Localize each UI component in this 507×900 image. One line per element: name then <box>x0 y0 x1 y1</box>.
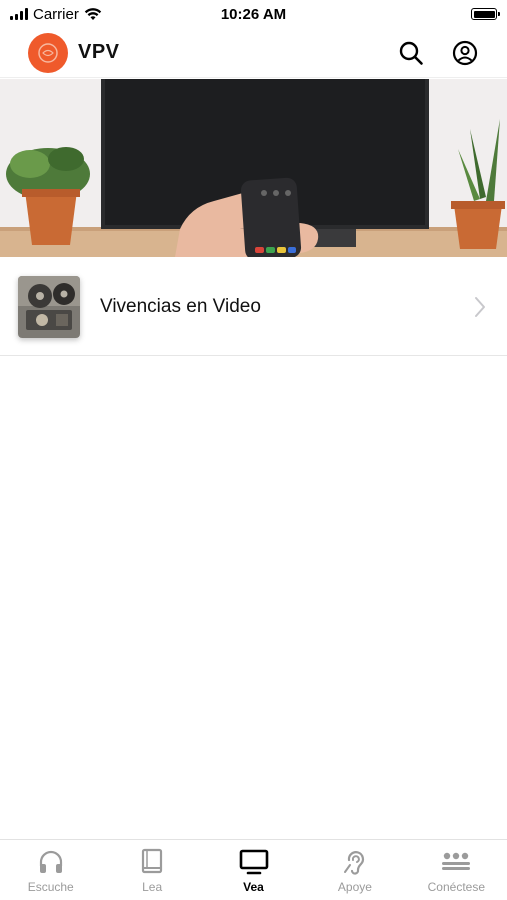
wifi-icon <box>84 8 102 20</box>
status-bar: Carrier 10:26 AM <box>0 0 507 28</box>
search-icon <box>399 41 423 65</box>
tab-lea[interactable]: Lea <box>101 840 202 900</box>
status-left: Carrier <box>10 6 102 23</box>
tab-apoye[interactable]: Apoye <box>304 840 405 900</box>
tab-label: Vea <box>243 880 264 894</box>
tab-label: Escuche <box>27 880 74 894</box>
app-logo[interactable] <box>28 32 68 73</box>
carrier-label: Carrier <box>33 5 79 23</box>
app-header: VPV <box>0 28 507 78</box>
tv-icon <box>239 849 268 875</box>
tab-label: Conéctese <box>427 880 486 894</box>
tab-conectese[interactable]: Conéctese <box>406 840 507 900</box>
chevron-right-icon <box>475 296 485 317</box>
tab-vea[interactable]: Vea <box>203 840 304 900</box>
list-item-label: Vivencias en Video <box>100 295 261 317</box>
tab-bar: Escuche Lea Vea Apoye Conéctese <box>0 839 507 900</box>
film-projector-thumbnail <box>18 275 80 338</box>
header-actions <box>397 39 479 67</box>
search-button[interactable] <box>397 39 425 67</box>
headphones-icon <box>39 850 62 873</box>
signal-icon <box>10 8 28 20</box>
profile-button[interactable] <box>451 39 479 67</box>
tab-label: Lea <box>142 880 163 894</box>
hero-image <box>0 79 507 257</box>
profile-icon <box>452 40 478 65</box>
ear-icon <box>343 851 364 875</box>
list-item[interactable]: Vivencias en Video <box>0 258 507 356</box>
brand-title: VPV <box>78 41 120 63</box>
logo-mark-icon <box>38 42 58 63</box>
book-icon <box>142 848 163 874</box>
tab-escuche[interactable]: Escuche <box>0 840 101 900</box>
tv-remote-photo <box>0 79 507 257</box>
tab-label: Apoye <box>337 880 372 894</box>
group-icon <box>442 852 471 870</box>
battery-icon <box>471 8 500 20</box>
